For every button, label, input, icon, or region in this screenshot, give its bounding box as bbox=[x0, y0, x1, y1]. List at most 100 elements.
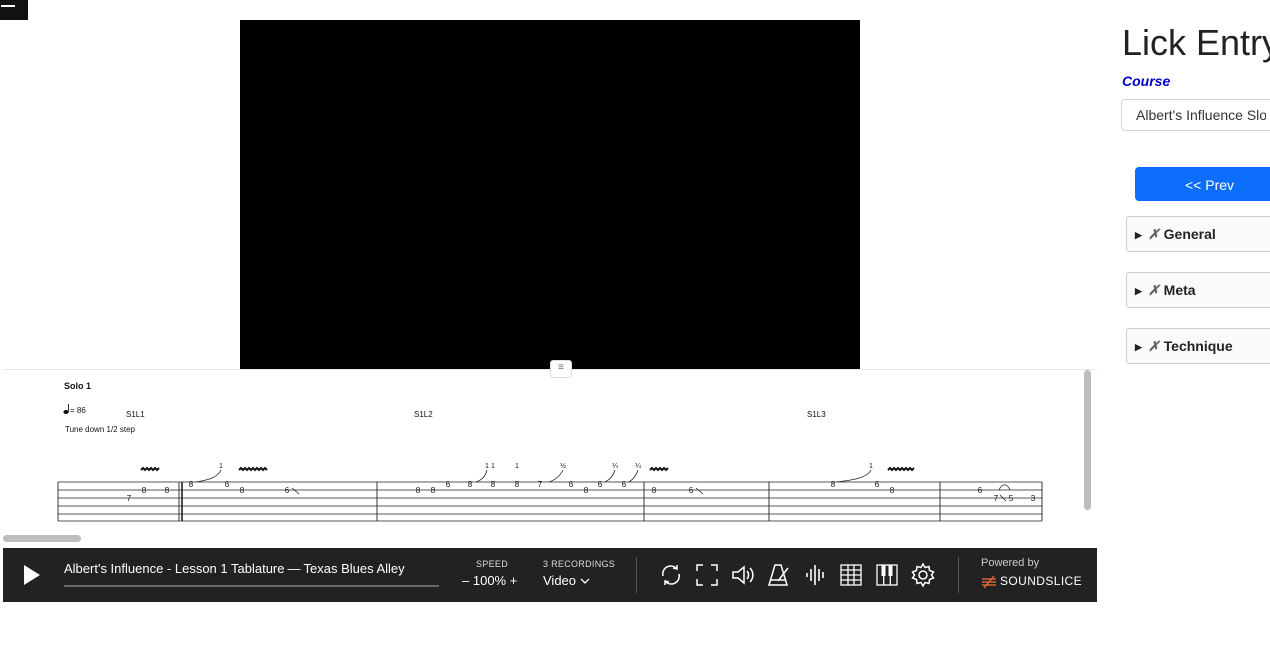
soundslice-logo-icon bbox=[982, 575, 996, 589]
marker-s1l3: S1L3 bbox=[807, 410, 826, 419]
notation-panel: Solo 1 = 86 Tune down 1/2 step S1L1 S1L2… bbox=[3, 369, 1097, 548]
svg-text:7: 7 bbox=[127, 494, 132, 503]
svg-text:8: 8 bbox=[831, 480, 836, 489]
speed-decrease-button[interactable]: – bbox=[462, 573, 469, 588]
section-general[interactable]: ▶ ✗ General bbox=[1126, 216, 1270, 252]
speed-control: – 100% + bbox=[462, 573, 517, 588]
svg-text:¼: ¼ bbox=[635, 463, 641, 470]
course-field[interactable] bbox=[1121, 99, 1270, 131]
bend-labels: 1 1 1 1 ½ ¼ ¼ 1 bbox=[219, 462, 873, 470]
svg-text:8: 8 bbox=[189, 480, 194, 489]
svg-text:8: 8 bbox=[515, 480, 520, 489]
recording-selected: Video bbox=[543, 573, 577, 588]
caret-right-icon: ▶ bbox=[1135, 230, 1142, 240]
lesson-title: Albert's Influence - Lesson 1 Tablature bbox=[64, 561, 285, 576]
svg-text:6: 6 bbox=[569, 480, 574, 489]
status-icon: ✗ bbox=[1147, 282, 1160, 298]
section-meta[interactable]: ▶ ✗ Meta bbox=[1126, 272, 1270, 308]
svg-text:6: 6 bbox=[875, 480, 880, 489]
play-icon[interactable] bbox=[19, 563, 43, 587]
svg-text:½: ½ bbox=[560, 462, 566, 470]
chevron-down-icon bbox=[580, 578, 590, 584]
powered-by-label: Powered by bbox=[981, 557, 1040, 569]
recording-select[interactable]: Video bbox=[543, 573, 590, 588]
section-label: General bbox=[1163, 226, 1216, 242]
brand-name: SOUNDSLICE bbox=[1000, 574, 1083, 588]
vibrato-marks bbox=[140, 466, 915, 472]
piano-icon[interactable] bbox=[874, 562, 900, 588]
tab-grid-icon[interactable] bbox=[838, 562, 864, 588]
svg-text:7: 7 bbox=[538, 480, 543, 489]
section-label: Technique bbox=[1163, 338, 1233, 354]
menu-button[interactable] bbox=[0, 0, 28, 20]
svg-text:6: 6 bbox=[225, 480, 230, 489]
tuning-note: Tune down 1/2 step bbox=[65, 425, 136, 434]
divider bbox=[636, 557, 637, 593]
status-icon: ✗ bbox=[1147, 226, 1160, 242]
svg-text:8: 8 bbox=[491, 480, 496, 489]
volume-icon[interactable] bbox=[730, 562, 756, 588]
prev-button[interactable]: << Prev bbox=[1135, 167, 1270, 201]
svg-text:6: 6 bbox=[689, 486, 694, 495]
svg-text:8: 8 bbox=[468, 480, 473, 489]
svg-text:8: 8 bbox=[416, 486, 421, 495]
svg-text:3: 3 bbox=[1031, 494, 1036, 503]
horizontal-scrollbar[interactable] bbox=[3, 535, 81, 542]
bend-arrows bbox=[195, 469, 1011, 491]
recordings-label: 3 RECORDINGS bbox=[543, 559, 616, 569]
author-name: Texas Blues Alley bbox=[303, 561, 405, 576]
svg-text:6: 6 bbox=[446, 480, 451, 489]
marker-s1l1: S1L1 bbox=[126, 410, 145, 419]
fullscreen-icon[interactable] bbox=[694, 562, 720, 588]
svg-text:5: 5 bbox=[1009, 494, 1014, 503]
svg-text:8: 8 bbox=[652, 486, 657, 495]
waveform-icon[interactable] bbox=[802, 562, 828, 588]
svg-text:8: 8 bbox=[890, 486, 895, 495]
speed-value: 100% bbox=[472, 573, 507, 588]
staff-lines bbox=[58, 481, 1042, 522]
svg-text:1: 1 bbox=[219, 463, 223, 470]
hamburger-icon bbox=[1, 5, 15, 7]
tab-staff: Solo 1 = 86 Tune down 1/2 step S1L1 S1L2… bbox=[57, 381, 1043, 522]
video-player[interactable] bbox=[240, 20, 860, 369]
section-label: Meta bbox=[1163, 282, 1196, 298]
svg-text:8: 8 bbox=[165, 486, 170, 495]
status-icon: ✗ bbox=[1147, 338, 1160, 354]
section-title: Solo 1 bbox=[64, 381, 91, 391]
svg-text:8: 8 bbox=[431, 486, 436, 495]
fret-numbers: 7 8 8 8 6 8 6 8 8 6 8 8 8 7 6 8 6 6 8 6 … bbox=[127, 480, 1036, 503]
loop-icon[interactable] bbox=[658, 562, 684, 588]
title-separator: — bbox=[287, 561, 301, 576]
speed-increase-button[interactable]: + bbox=[510, 573, 518, 588]
svg-text:6: 6 bbox=[285, 486, 290, 495]
section-technique[interactable]: ▶ ✗ Technique bbox=[1126, 328, 1270, 364]
svg-text:1: 1 bbox=[515, 463, 519, 470]
vertical-scrollbar[interactable] bbox=[1084, 370, 1091, 510]
svg-text:6: 6 bbox=[622, 480, 627, 489]
resize-handle[interactable]: ≡ bbox=[550, 360, 572, 378]
svg-text:6: 6 bbox=[978, 486, 983, 495]
player-bar: Albert's Influence - Lesson 1 Tablature —… bbox=[3, 548, 1097, 602]
caret-right-icon: ▶ bbox=[1135, 286, 1142, 296]
svg-text:1: 1 bbox=[491, 463, 495, 470]
divider bbox=[958, 557, 959, 593]
svg-text:8: 8 bbox=[584, 486, 589, 495]
settings-icon[interactable] bbox=[910, 562, 936, 588]
quarter-note-icon bbox=[63, 404, 69, 414]
svg-text:8: 8 bbox=[142, 486, 147, 495]
bar-lines bbox=[57, 482, 1043, 521]
marker-s1l2: S1L2 bbox=[414, 410, 433, 419]
svg-text:1: 1 bbox=[485, 463, 489, 470]
speed-label: SPEED bbox=[476, 559, 509, 569]
progress-bar[interactable] bbox=[64, 585, 439, 587]
caret-right-icon: ▶ bbox=[1135, 342, 1142, 352]
svg-text:8: 8 bbox=[240, 486, 245, 495]
track-title: Albert's Influence - Lesson 1 Tablature —… bbox=[64, 561, 405, 576]
svg-text:¼: ¼ bbox=[612, 463, 618, 470]
course-label: Course bbox=[1122, 73, 1171, 89]
soundslice-logo[interactable]: SOUNDSLICE bbox=[981, 574, 1082, 589]
svg-text:1: 1 bbox=[869, 463, 873, 470]
tempo-value: = 86 bbox=[70, 406, 86, 415]
metronome-icon[interactable] bbox=[766, 562, 792, 588]
page-title: Lick Entry bbox=[1122, 22, 1270, 63]
